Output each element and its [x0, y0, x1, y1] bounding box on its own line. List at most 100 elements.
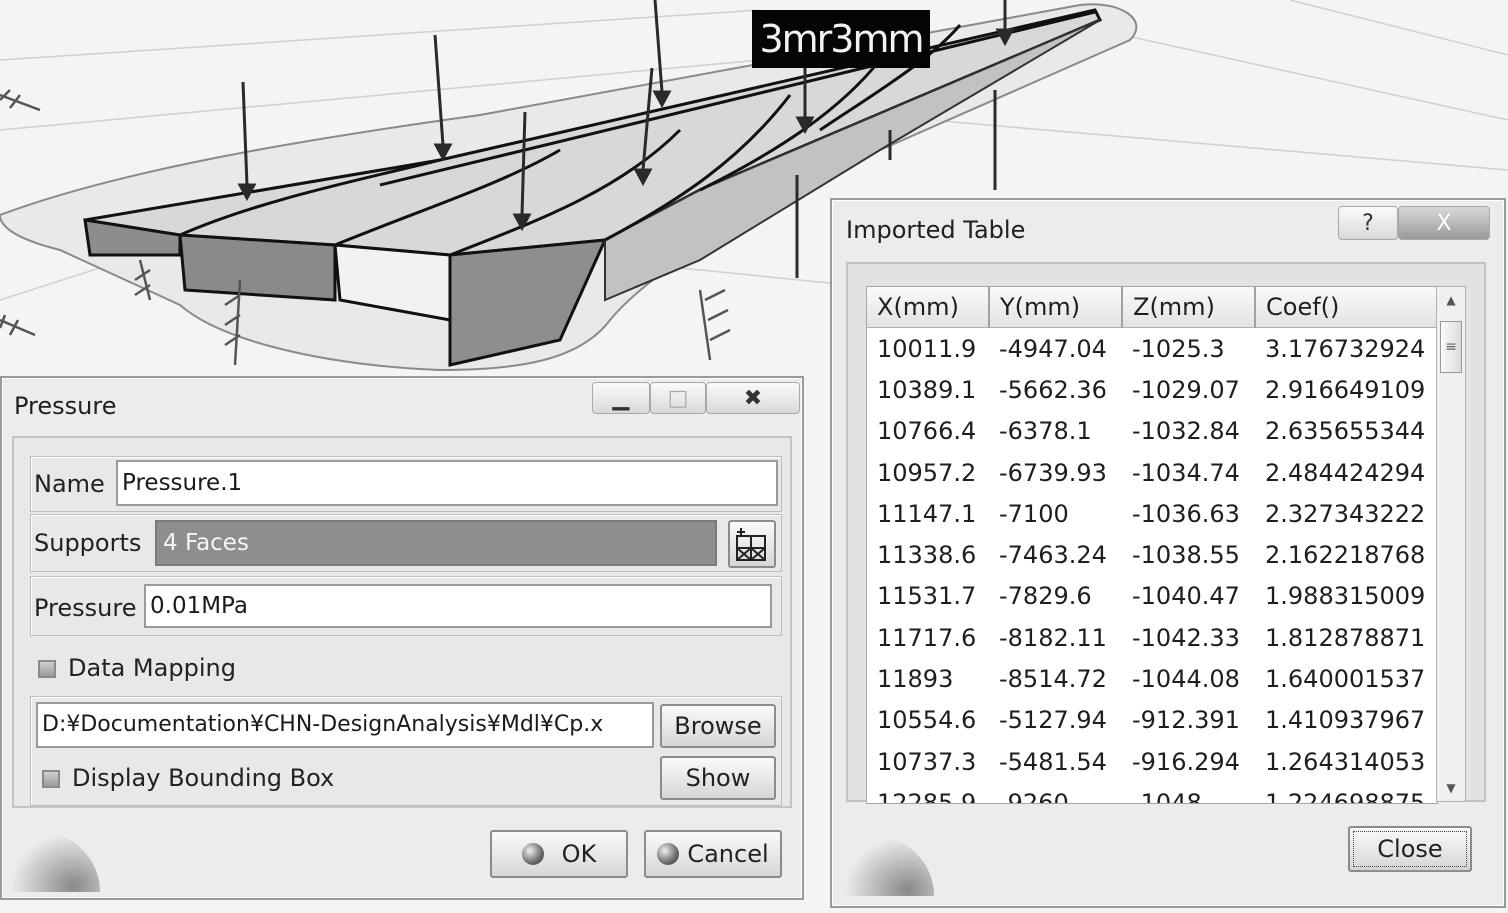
table-row[interactable]: 10957.2 -6739.93 -1034.74 2.484424294	[867, 452, 1437, 493]
cell-y: -5662.36	[999, 375, 1107, 404]
supports-field[interactable]: 4 Faces	[155, 520, 717, 566]
close-icon: ✖	[743, 385, 763, 411]
cell-coef: 1.264314053	[1265, 747, 1426, 776]
imported-table-dialog: Imported Table ? X X(mm) Y(mm) Z(mm) Coe…	[830, 198, 1506, 908]
column-header-coef[interactable]: Coef()	[1255, 287, 1437, 328]
close-icon: X	[1436, 210, 1452, 236]
cell-x: 11338.6	[877, 541, 977, 570]
ok-label: OK	[561, 840, 597, 868]
cell-x: 10737.3	[877, 747, 977, 776]
imported-table-title: Imported Table	[846, 216, 1026, 244]
pressure-dialog: Pressure ▁ □ ✖ Name Pressure.1 Supports …	[0, 376, 804, 900]
display-bounding-box-label: Display Bounding Box	[72, 764, 335, 792]
cell-z: -1038.55	[1132, 541, 1240, 570]
name-input[interactable]: Pressure.1	[116, 460, 778, 506]
data-mapping-checkbox[interactable]	[38, 660, 56, 678]
pressure-input[interactable]: 0.01MPa	[144, 584, 772, 628]
cell-z: -1048	[1132, 788, 1202, 804]
cell-coef: 1.224698875	[1265, 788, 1426, 804]
cell-z: -1034.74	[1132, 458, 1240, 487]
table-row[interactable]: 10011.9 -4947.04 -1025.3 3.176732924	[867, 328, 1437, 370]
ok-icon	[521, 843, 544, 865]
dimension-label: 3mr3mm	[752, 10, 930, 68]
cancel-button[interactable]: Cancel	[644, 830, 782, 878]
face-selection-icon	[736, 528, 766, 561]
cell-y: -6378.1	[999, 417, 1092, 446]
table-row[interactable]: 12285.9 -9260 -1048 1.224698875	[867, 782, 1437, 804]
show-button[interactable]: Show	[660, 756, 776, 800]
cell-x: 11147.1	[877, 499, 977, 528]
file-path-input[interactable]: D:¥Documentation¥CHN-DesignAnalysis¥Mdl¥…	[36, 702, 654, 748]
cell-x: 11531.7	[877, 582, 977, 611]
ok-button[interactable]: OK	[490, 830, 628, 878]
table-row[interactable]: 11717.6 -8182.11 -1042.33 1.812878871	[867, 617, 1437, 658]
cell-x: 12285.9	[877, 788, 977, 804]
close-button[interactable]: Close	[1348, 826, 1472, 872]
table-row[interactable]: 10766.4 -6378.1 -1032.84 2.635655344	[867, 411, 1437, 452]
table-row[interactable]: 11893 -8514.72 -1044.08 1.640001537	[867, 658, 1437, 699]
scroll-up-arrow-icon[interactable]: ▲	[1437, 293, 1465, 307]
cell-coef: 2.916649109	[1265, 375, 1426, 404]
cell-y: -4947.04	[999, 334, 1107, 363]
cell-z: -1029.07	[1132, 375, 1240, 404]
table-row[interactable]: 11147.1 -7100 -1036.63 2.327343222	[867, 493, 1437, 534]
table-row[interactable]: 11338.6 -7463.24 -1038.55 2.162218768	[867, 534, 1437, 575]
minimize-icon: ▁	[612, 385, 630, 411]
window-close-button[interactable]: ✖	[706, 382, 800, 414]
help-icon: ?	[1362, 210, 1374, 236]
cell-y: -8182.11	[999, 623, 1107, 652]
cell-z: -912.391	[1132, 706, 1240, 735]
minimize-button[interactable]: ▁	[592, 382, 650, 414]
table-row[interactable]: 11531.7 -7829.6 -1040.47 1.988315009	[867, 576, 1437, 617]
scrollbar-thumb[interactable]: ≡	[1440, 321, 1462, 373]
column-header-x[interactable]: X(mm)	[867, 287, 990, 328]
table-row[interactable]: 10389.1 -5662.36 -1029.07 2.916649109	[867, 369, 1437, 410]
cell-x: 10766.4	[877, 417, 977, 446]
cell-z: -1044.08	[1132, 665, 1240, 694]
browse-button[interactable]: Browse	[660, 704, 776, 748]
imported-data-table: X(mm) Y(mm) Z(mm) Coef() 10011.9 -4947.04…	[867, 287, 1437, 804]
display-bounding-box-checkbox[interactable]	[42, 770, 60, 788]
column-header-y[interactable]: Y(mm)	[989, 287, 1123, 328]
cell-coef: 2.635655344	[1265, 417, 1426, 446]
cell-y: -7829.6	[999, 582, 1092, 611]
column-header-z[interactable]: Z(mm)	[1122, 287, 1256, 328]
cell-coef: 1.640001537	[1265, 665, 1426, 694]
dialog-corner-decoration	[844, 836, 934, 896]
cell-y: -7100	[999, 499, 1069, 528]
cell-coef: 1.410937967	[1265, 706, 1426, 735]
cell-y: -5481.54	[999, 747, 1107, 776]
maximize-icon: □	[667, 385, 689, 411]
cell-x: 11717.6	[877, 623, 977, 652]
maximize-button[interactable]: □	[650, 382, 706, 414]
table-body: 10011.9 -4947.04 -1025.3 3.176732924 10389.1…	[867, 328, 1437, 804]
cell-z: -916.294	[1132, 747, 1240, 776]
table-row[interactable]: 10554.6 -5127.94 -912.391 1.410937967	[867, 700, 1437, 741]
cell-y: -6739.93	[999, 458, 1107, 487]
cell-coef: 1.812878871	[1265, 623, 1426, 652]
cell-z: -1036.63	[1132, 499, 1240, 528]
cell-x: 11893	[877, 665, 954, 694]
cell-y: -8514.72	[999, 665, 1107, 694]
name-label: Name	[34, 470, 105, 498]
table-row[interactable]: 10737.3 -5481.54 -916.294 1.264314053	[867, 741, 1437, 782]
table-scrollbar[interactable]: ▲ ≡ ▼	[1436, 286, 1466, 802]
supports-label: Supports	[34, 529, 142, 557]
dialog-corner-decoration	[10, 832, 100, 892]
cell-z: -1042.33	[1132, 623, 1240, 652]
cell-y: -7463.24	[999, 541, 1107, 570]
scroll-down-arrow-icon[interactable]: ▼	[1437, 781, 1465, 795]
cancel-label: Cancel	[687, 840, 769, 868]
table-header-row: X(mm) Y(mm) Z(mm) Coef()	[867, 287, 1437, 328]
cell-x: 10389.1	[877, 375, 977, 404]
help-button[interactable]: ?	[1338, 206, 1398, 240]
cell-x: 10957.2	[877, 458, 977, 487]
pressure-label: Pressure	[34, 594, 137, 622]
pressure-dialog-title: Pressure	[14, 392, 117, 420]
table-window-close-button[interactable]: X	[1398, 206, 1490, 240]
cell-coef: 2.484424294	[1265, 458, 1426, 487]
table-container[interactable]: X(mm) Y(mm) Z(mm) Coef() 10011.9 -4947.04…	[866, 286, 1438, 804]
cell-z: -1032.84	[1132, 417, 1240, 446]
supports-selector-button[interactable]	[728, 520, 776, 568]
cell-coef: 2.162218768	[1265, 541, 1426, 570]
